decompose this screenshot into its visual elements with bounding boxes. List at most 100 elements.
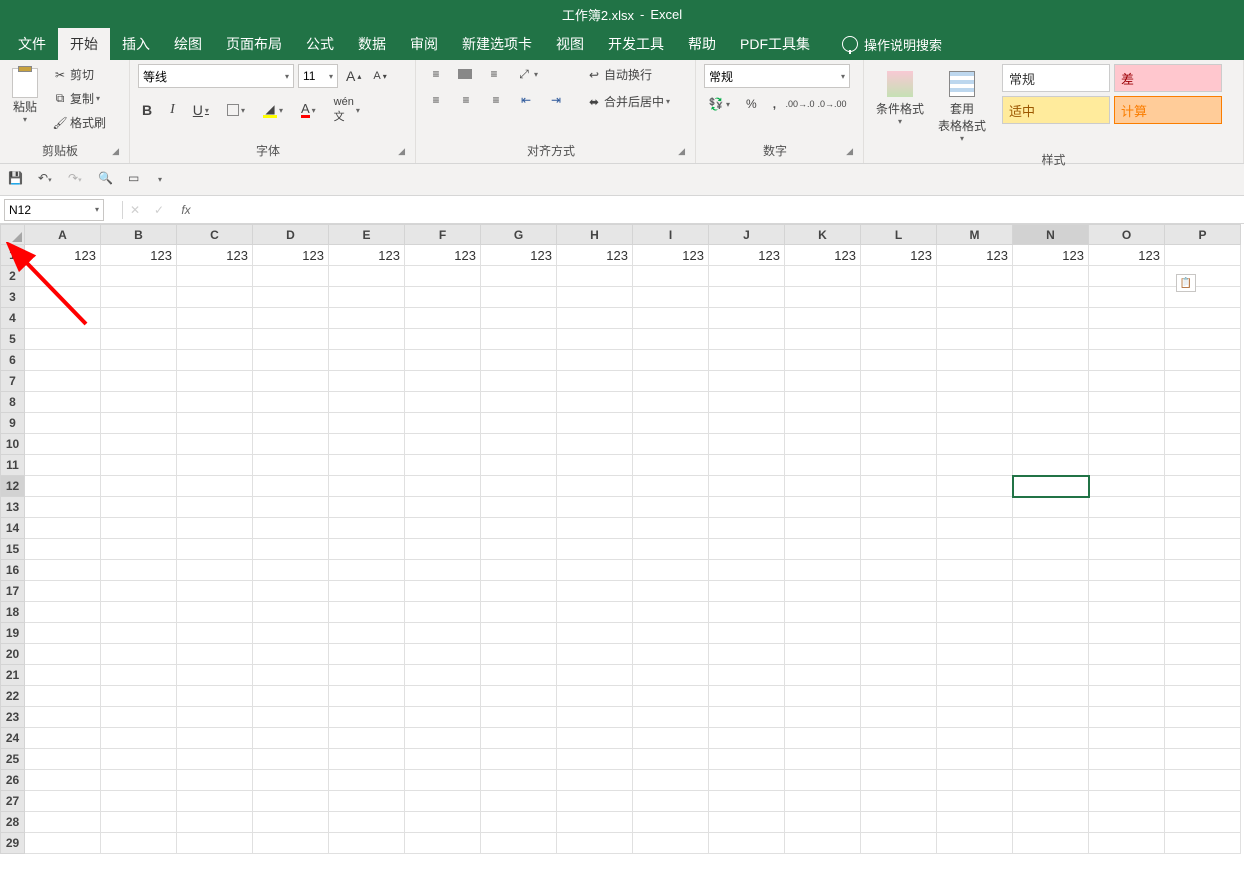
cell-A14[interactable] xyxy=(25,518,101,539)
cell-D13[interactable] xyxy=(253,497,329,518)
bold-button[interactable]: B xyxy=(138,100,156,120)
cell-A9[interactable] xyxy=(25,413,101,434)
cell-I27[interactable] xyxy=(633,791,709,812)
cell-J24[interactable] xyxy=(709,728,785,749)
cell-L18[interactable] xyxy=(861,602,937,623)
cell-E14[interactable] xyxy=(329,518,405,539)
cell-N11[interactable] xyxy=(1013,455,1089,476)
cell-E24[interactable] xyxy=(329,728,405,749)
cell-D4[interactable] xyxy=(253,308,329,329)
cell-P14[interactable] xyxy=(1165,518,1241,539)
cell-E20[interactable] xyxy=(329,644,405,665)
cell-P10[interactable] xyxy=(1165,434,1241,455)
cell-M25[interactable] xyxy=(937,749,1013,770)
cell-B12[interactable] xyxy=(101,476,177,497)
increase-decimal-button[interactable]: .00→.0 xyxy=(788,94,812,114)
cell-E6[interactable] xyxy=(329,350,405,371)
cell-B9[interactable] xyxy=(101,413,177,434)
cell-L7[interactable] xyxy=(861,371,937,392)
cell-F9[interactable] xyxy=(405,413,481,434)
cell-I11[interactable] xyxy=(633,455,709,476)
cell-H23[interactable] xyxy=(557,707,633,728)
cell-B17[interactable] xyxy=(101,581,177,602)
tab-开发工具[interactable]: 开发工具 xyxy=(596,28,676,60)
cell-P20[interactable] xyxy=(1165,644,1241,665)
cell-D5[interactable] xyxy=(253,329,329,350)
row-header-17[interactable]: 17 xyxy=(1,581,25,602)
cell-O21[interactable] xyxy=(1089,665,1165,686)
row-header-28[interactable]: 28 xyxy=(1,812,25,833)
cell-N24[interactable] xyxy=(1013,728,1089,749)
cell-F23[interactable] xyxy=(405,707,481,728)
cell-E18[interactable] xyxy=(329,602,405,623)
cell-G28[interactable] xyxy=(481,812,557,833)
cell-A20[interactable] xyxy=(25,644,101,665)
cell-L10[interactable] xyxy=(861,434,937,455)
cell-N15[interactable] xyxy=(1013,539,1089,560)
cell-N23[interactable] xyxy=(1013,707,1089,728)
cell-I21[interactable] xyxy=(633,665,709,686)
align-center-button[interactable]: ≡ xyxy=(454,90,478,110)
cell-O15[interactable] xyxy=(1089,539,1165,560)
cell-G16[interactable] xyxy=(481,560,557,581)
cell-A3[interactable] xyxy=(25,287,101,308)
cell-O18[interactable] xyxy=(1089,602,1165,623)
cell-G18[interactable] xyxy=(481,602,557,623)
cell-J5[interactable] xyxy=(709,329,785,350)
cell-style-normal[interactable]: 常规 xyxy=(1002,64,1110,92)
cell-D1[interactable]: 123 xyxy=(253,245,329,266)
cell-J22[interactable] xyxy=(709,686,785,707)
print-preview-button[interactable]: 🔍 xyxy=(98,171,116,189)
cell-N26[interactable] xyxy=(1013,770,1089,791)
align-left-button[interactable]: ≡ xyxy=(424,90,448,110)
align-right-button[interactable]: ≡ xyxy=(484,90,508,110)
cell-G29[interactable] xyxy=(481,833,557,854)
cell-O3[interactable] xyxy=(1089,287,1165,308)
cell-K24[interactable] xyxy=(785,728,861,749)
cell-L16[interactable] xyxy=(861,560,937,581)
cell-F8[interactable] xyxy=(405,392,481,413)
cell-D20[interactable] xyxy=(253,644,329,665)
cell-D10[interactable] xyxy=(253,434,329,455)
cell-N9[interactable] xyxy=(1013,413,1089,434)
cell-G1[interactable]: 123 xyxy=(481,245,557,266)
cell-O4[interactable] xyxy=(1089,308,1165,329)
cell-P15[interactable] xyxy=(1165,539,1241,560)
row-header-12[interactable]: 12 xyxy=(1,476,25,497)
cell-H15[interactable] xyxy=(557,539,633,560)
paste-button[interactable]: 粘贴 ▾ xyxy=(8,64,42,128)
dialog-launcher-icon[interactable]: ◢ xyxy=(398,146,405,157)
cell-E22[interactable] xyxy=(329,686,405,707)
cell-A2[interactable] xyxy=(25,266,101,287)
cell-J8[interactable] xyxy=(709,392,785,413)
cell-D27[interactable] xyxy=(253,791,329,812)
cell-I10[interactable] xyxy=(633,434,709,455)
cell-H26[interactable] xyxy=(557,770,633,791)
cell-C27[interactable] xyxy=(177,791,253,812)
cell-F17[interactable] xyxy=(405,581,481,602)
cell-M14[interactable] xyxy=(937,518,1013,539)
cell-L26[interactable] xyxy=(861,770,937,791)
row-header-6[interactable]: 6 xyxy=(1,350,25,371)
cell-P22[interactable] xyxy=(1165,686,1241,707)
formula-bar[interactable] xyxy=(195,199,1244,221)
cell-L6[interactable] xyxy=(861,350,937,371)
cell-G14[interactable] xyxy=(481,518,557,539)
cell-K1[interactable]: 123 xyxy=(785,245,861,266)
paste-options-button[interactable]: 📋 xyxy=(1176,274,1196,292)
increase-indent-button[interactable]: ⇥ xyxy=(544,90,568,110)
cell-F19[interactable] xyxy=(405,623,481,644)
cell-F14[interactable] xyxy=(405,518,481,539)
cell-M16[interactable] xyxy=(937,560,1013,581)
cell-L2[interactable] xyxy=(861,266,937,287)
cell-A10[interactable] xyxy=(25,434,101,455)
cell-K20[interactable] xyxy=(785,644,861,665)
cell-M19[interactable] xyxy=(937,623,1013,644)
cell-G12[interactable] xyxy=(481,476,557,497)
row-header-10[interactable]: 10 xyxy=(1,434,25,455)
cell-K3[interactable] xyxy=(785,287,861,308)
cell-B20[interactable] xyxy=(101,644,177,665)
cell-L27[interactable] xyxy=(861,791,937,812)
cell-J21[interactable] xyxy=(709,665,785,686)
cell-N1[interactable]: 123 xyxy=(1013,245,1089,266)
